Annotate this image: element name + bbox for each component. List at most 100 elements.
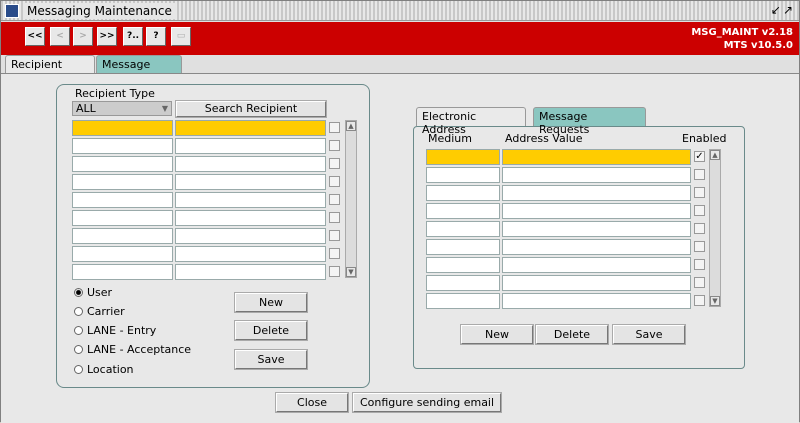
recipient-name-cell[interactable]	[175, 264, 326, 280]
recipient-checkbox[interactable]	[329, 194, 340, 205]
recipient-name-cell[interactable]	[175, 246, 326, 262]
medium-cell[interactable]	[426, 149, 500, 165]
tab-message-requests[interactable]: Message Requests	[533, 107, 646, 136]
recipient-checkbox[interactable]	[329, 176, 340, 187]
tab-recipient-config[interactable]: Recipient Config	[5, 55, 95, 84]
enabled-checkbox[interactable]	[694, 187, 705, 198]
recipient-save-button[interactable]: Save	[234, 349, 308, 370]
app-icon	[5, 4, 19, 18]
medium-cell[interactable]	[426, 275, 500, 291]
recipient-checkbox[interactable]	[329, 140, 340, 151]
enabled-checkbox-checked[interactable]: ✓	[694, 151, 705, 162]
recipient-checkbox[interactable]	[329, 248, 340, 259]
address-delete-button[interactable]: Delete	[535, 324, 609, 345]
radio-icon	[74, 326, 83, 335]
address-new-button[interactable]: New	[460, 324, 534, 345]
scroll-up-icon[interactable]: ▲	[710, 150, 720, 160]
recipient-name-cell[interactable]	[175, 210, 326, 226]
medium-cell[interactable]	[426, 293, 500, 309]
radio-location[interactable]: Location	[74, 363, 134, 376]
address-save-button[interactable]: Save	[612, 324, 686, 345]
recipient-id-cell[interactable]	[72, 210, 173, 226]
chevron-down-icon: ▼	[161, 104, 168, 113]
folder-icon[interactable]: ▭	[171, 27, 191, 46]
recipient-name-cell[interactable]	[175, 120, 326, 136]
enabled-checkbox[interactable]	[694, 205, 705, 216]
address-value-cell[interactable]	[502, 275, 691, 291]
close-button[interactable]: Close	[275, 392, 349, 413]
address-value-cell[interactable]	[502, 149, 691, 165]
query-button[interactable]: ?..	[123, 27, 143, 46]
column-header-address-value: Address Value	[505, 132, 583, 145]
column-header-enabled: Enabled	[682, 132, 727, 145]
address-scrollbar[interactable]: ▲ ▼	[709, 149, 721, 307]
recipient-name-cell[interactable]	[175, 192, 326, 208]
radio-carrier[interactable]: Carrier	[74, 305, 125, 318]
recipient-id-cell[interactable]	[72, 228, 173, 244]
recipient-checkbox[interactable]	[329, 266, 340, 277]
address-value-cell[interactable]	[502, 167, 691, 183]
medium-cell[interactable]	[426, 167, 500, 183]
title-bar: Messaging Maintenance ↙↗	[1, 1, 799, 21]
recipient-scrollbar[interactable]: ▲ ▼	[345, 120, 357, 278]
enabled-checkbox[interactable]	[694, 259, 705, 270]
medium-cell[interactable]	[426, 239, 500, 255]
recipient-id-cell[interactable]	[72, 264, 173, 280]
address-value-cell[interactable]	[502, 239, 691, 255]
enabled-checkbox[interactable]	[694, 223, 705, 234]
recipient-id-cell[interactable]	[72, 192, 173, 208]
tab-electronic-address[interactable]: Electronic Address	[416, 107, 526, 136]
radio-lane-entry[interactable]: LANE - Entry	[74, 324, 156, 337]
radio-lane-acceptance[interactable]: LANE - Acceptance	[74, 343, 191, 356]
recipient-id-cell[interactable]	[72, 138, 173, 154]
scroll-down-icon[interactable]: ▼	[710, 296, 720, 306]
next-record-button[interactable]: >	[73, 27, 93, 46]
messaging-maintenance-window: Messaging Maintenance ↙↗ << < > >> ?.. ?…	[0, 0, 800, 423]
help-button[interactable]: ?	[146, 27, 166, 46]
previous-record-button[interactable]: <	[50, 27, 70, 46]
version-info: MSG_MAINT v2.18 MTS v10.5.0	[691, 26, 793, 52]
recipient-id-cell[interactable]	[72, 120, 173, 136]
recipient-id-cell[interactable]	[72, 174, 173, 190]
enabled-checkbox[interactable]	[694, 241, 705, 252]
recipient-checkbox[interactable]	[329, 230, 340, 241]
medium-cell[interactable]	[426, 203, 500, 219]
address-value-cell[interactable]	[502, 257, 691, 273]
tab-message-config[interactable]: Message Config	[96, 55, 182, 84]
recipient-name-cell[interactable]	[175, 174, 326, 190]
recipient-checkbox[interactable]	[329, 122, 340, 133]
scroll-up-icon[interactable]: ▲	[346, 121, 356, 131]
recipient-name-cell[interactable]	[175, 138, 326, 154]
first-record-button[interactable]: <<	[25, 27, 45, 46]
recipient-checkbox[interactable]	[329, 212, 340, 223]
medium-cell[interactable]	[426, 257, 500, 273]
address-value-cell[interactable]	[502, 185, 691, 201]
medium-cell[interactable]	[426, 185, 500, 201]
recipient-name-cell[interactable]	[175, 156, 326, 172]
enabled-checkbox[interactable]	[694, 277, 705, 288]
scroll-down-icon[interactable]: ▼	[346, 267, 356, 277]
recipient-type-label: Recipient Type	[75, 87, 155, 100]
maximize-icon[interactable]: ↗	[783, 3, 795, 17]
search-recipient-button[interactable]: Search Recipient	[175, 100, 327, 118]
address-value-cell[interactable]	[502, 293, 691, 309]
recipient-name-cell[interactable]	[175, 228, 326, 244]
enabled-checkbox[interactable]	[694, 169, 705, 180]
enabled-checkbox[interactable]	[694, 295, 705, 306]
radio-label: Location	[87, 363, 134, 376]
window-controls[interactable]: ↙↗	[771, 3, 795, 17]
medium-cell[interactable]	[426, 221, 500, 237]
configure-sending-email-button[interactable]: Configure sending email	[352, 392, 502, 413]
recipient-id-cell[interactable]	[72, 246, 173, 262]
recipient-delete-button[interactable]: Delete	[234, 320, 308, 341]
recipient-new-button[interactable]: New	[234, 292, 308, 313]
minimize-icon[interactable]: ↙	[771, 3, 783, 17]
address-value-cell[interactable]	[502, 221, 691, 237]
address-value-cell[interactable]	[502, 203, 691, 219]
radio-icon	[74, 307, 83, 316]
last-record-button[interactable]: >>	[97, 27, 117, 46]
recipient-type-select[interactable]: ALL ▼	[72, 101, 172, 116]
radio-user[interactable]: User	[74, 286, 112, 299]
recipient-id-cell[interactable]	[72, 156, 173, 172]
recipient-checkbox[interactable]	[329, 158, 340, 169]
